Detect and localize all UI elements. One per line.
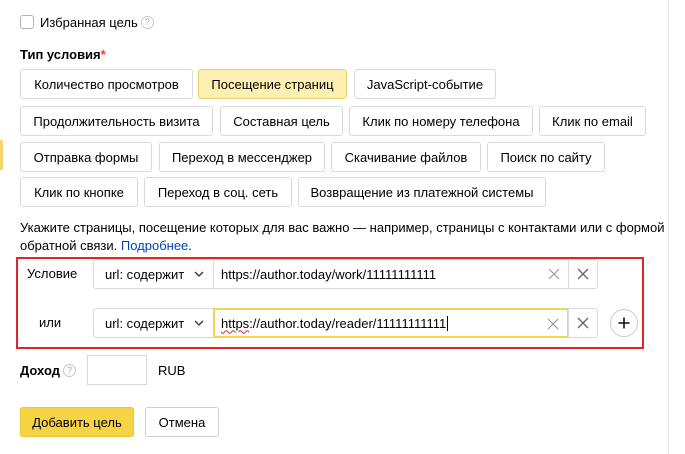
chevron-down-icon bbox=[194, 320, 204, 326]
add-condition-button[interactable] bbox=[610, 309, 638, 337]
condition-type-title: Тип условия* bbox=[20, 47, 106, 62]
currency-label: RUB bbox=[158, 363, 186, 378]
favorite-goal[interactable]: Избранная цель ? bbox=[20, 14, 154, 30]
favorite-checkbox[interactable] bbox=[20, 15, 34, 29]
match-type-value: url: содержит bbox=[105, 266, 185, 282]
url-value: https://author.today/reader/11111111111 bbox=[221, 315, 447, 331]
condition-type-views[interactable]: Количество просмотров bbox=[20, 69, 193, 99]
url-input[interactable]: https://author.today/work/11111111111 bbox=[213, 259, 569, 289]
condition-type-form-submit[interactable]: Отправка формы bbox=[20, 142, 152, 172]
clear-icon[interactable] bbox=[547, 318, 559, 330]
help-icon[interactable]: ? bbox=[140, 15, 154, 29]
condition-type-js-event[interactable]: JavaScript-событие bbox=[354, 69, 496, 99]
cancel-button[interactable]: Отмена bbox=[145, 407, 219, 437]
condition-type-phone-click[interactable]: Клик по номеру телефона bbox=[349, 106, 533, 136]
condition-type-email-click[interactable]: Клик по email bbox=[539, 106, 646, 136]
chevron-down-icon bbox=[194, 271, 204, 277]
condition-type-composite[interactable]: Составная цель bbox=[220, 106, 343, 136]
condition-type-payment-return[interactable]: Возвращение из платежной системы bbox=[298, 177, 546, 207]
match-type-select[interactable]: url: содержит bbox=[93, 308, 214, 338]
learn-more-link[interactable]: Подробнее bbox=[121, 238, 188, 253]
spellcheck-underline: https bbox=[221, 315, 250, 331]
match-type-select[interactable]: url: содержит bbox=[93, 259, 214, 289]
condition-type-page-visit[interactable]: Посещение страниц bbox=[198, 69, 347, 99]
income-input[interactable] bbox=[87, 355, 147, 385]
close-icon bbox=[577, 268, 589, 280]
match-type-value: url: содержит bbox=[105, 315, 185, 331]
left-edge-marker bbox=[0, 140, 3, 170]
close-icon bbox=[577, 317, 589, 329]
condition-description: Укажите страницы, посещение которых для … bbox=[20, 220, 665, 253]
clear-icon[interactable] bbox=[548, 268, 560, 280]
condition-type-social[interactable]: Переход в соц. сеть bbox=[144, 177, 292, 207]
income-label: Доход? bbox=[20, 363, 76, 378]
condition-type-download[interactable]: Скачивание файлов bbox=[331, 142, 481, 172]
required-mark: * bbox=[100, 47, 106, 62]
goal-form: Избранная цель ? Тип условия* Количество… bbox=[0, 0, 685, 454]
add-goal-button[interactable]: Добавить цель bbox=[20, 407, 134, 437]
remove-condition-button[interactable] bbox=[568, 308, 598, 338]
condition-type-visit-duration[interactable]: Продолжительность визита bbox=[20, 106, 213, 136]
favorite-label: Избранная цель bbox=[40, 14, 138, 30]
condition-type-site-search[interactable]: Поиск по сайту bbox=[487, 142, 605, 172]
url-value: https://author.today/work/11111111111 bbox=[221, 266, 437, 282]
url-input-focused[interactable]: https://author.today/reader/11111111111 bbox=[213, 308, 569, 338]
condition-type-messenger[interactable]: Переход в мессенджер bbox=[159, 142, 325, 172]
condition-label: Условие bbox=[27, 266, 78, 281]
condition-type-button-click[interactable]: Клик по кнопке bbox=[20, 177, 138, 207]
text-caret bbox=[447, 315, 449, 331]
help-icon[interactable]: ? bbox=[62, 364, 76, 377]
or-label: или bbox=[39, 315, 62, 330]
plus-icon bbox=[618, 317, 630, 329]
remove-condition-button[interactable] bbox=[568, 259, 598, 289]
